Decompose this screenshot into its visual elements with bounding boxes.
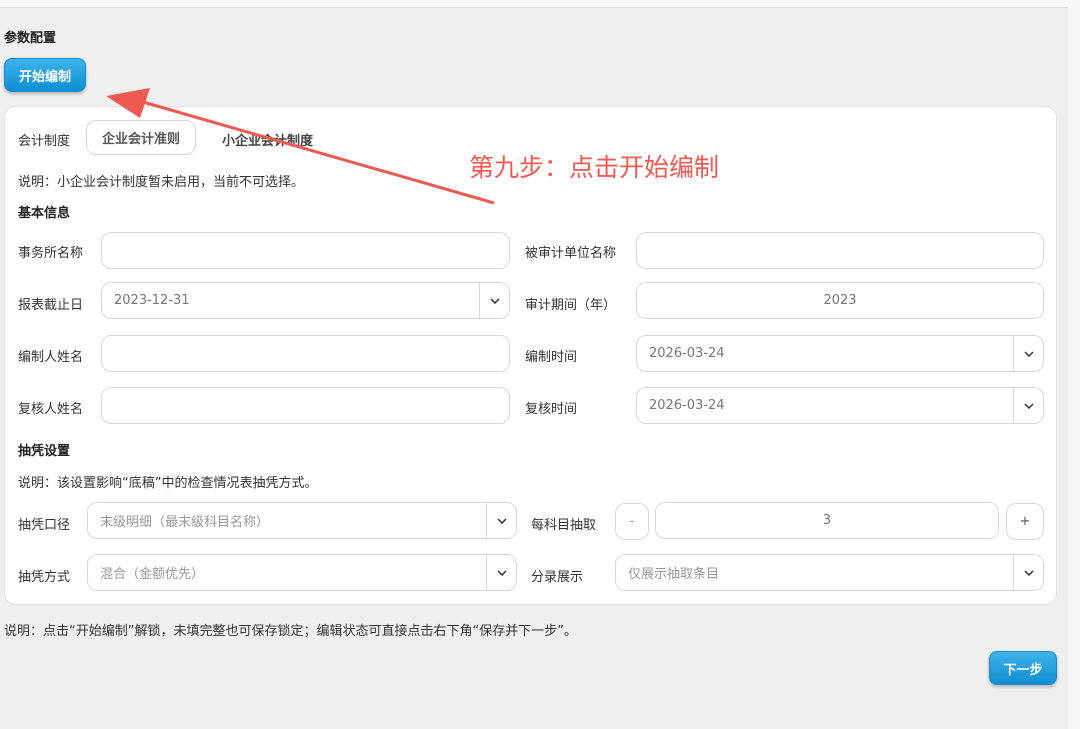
preparer-input[interactable] bbox=[101, 335, 510, 372]
chevron-down-icon[interactable] bbox=[1013, 336, 1043, 371]
decrement-button[interactable]: - bbox=[615, 503, 649, 540]
per-subject-count-input[interactable]: 3 bbox=[655, 502, 999, 539]
audit-period-label: 审计期间（年） bbox=[525, 298, 617, 313]
audit-period-input[interactable]: 2023 bbox=[636, 282, 1044, 319]
option-enterprise-standards[interactable]: 企业会计准则 bbox=[86, 120, 196, 155]
prepare-time-select[interactable]: 2026-03-24 bbox=[636, 335, 1044, 372]
next-step-button[interactable]: 下一步 bbox=[989, 651, 1057, 685]
accounting-note: 说明：小企业会计制度暂未启用，当前不可选择。 bbox=[18, 175, 305, 190]
review-time-select[interactable]: 2026-03-24 bbox=[636, 387, 1044, 424]
review-time-value: 2026-03-24 bbox=[649, 398, 725, 413]
chevron-down-icon[interactable] bbox=[1013, 388, 1043, 423]
audited-unit-input[interactable] bbox=[636, 232, 1044, 269]
chevron-down-icon[interactable] bbox=[479, 283, 509, 318]
report-date-value: 2023-12-31 bbox=[114, 293, 190, 308]
audited-unit-label: 被审计单位名称 bbox=[525, 246, 617, 261]
firm-name-input[interactable] bbox=[101, 232, 510, 269]
footer-note: 说明：点击“开始编制”解锁，未填完整也可保存锁定；编辑状态可直接点击右下角“保存… bbox=[4, 624, 577, 639]
preparer-label: 编制人姓名 bbox=[18, 350, 84, 365]
accounting-system-label: 会计制度 bbox=[18, 134, 71, 149]
report-date-select[interactable]: 2023-12-31 bbox=[101, 282, 510, 319]
chevron-down-icon[interactable] bbox=[486, 503, 516, 538]
sampling-method-label: 抽凭方式 bbox=[18, 570, 71, 585]
entry-display-value: 仅展示抽取条目 bbox=[628, 567, 720, 582]
top-bar bbox=[0, 0, 1068, 8]
prepare-time-value: 2026-03-24 bbox=[649, 346, 725, 361]
prepare-time-label: 编制时间 bbox=[525, 350, 578, 365]
increment-button[interactable]: + bbox=[1006, 503, 1044, 540]
sampling-scope-label: 抽凭口径 bbox=[18, 518, 71, 533]
per-subject-label: 每科目抽取 bbox=[531, 518, 597, 533]
section-title: 参数配置 bbox=[4, 31, 57, 46]
sampling-method-select[interactable]: 混合（金额优先） bbox=[87, 554, 517, 591]
firm-name-label: 事务所名称 bbox=[18, 246, 84, 261]
reviewer-label: 复核人姓名 bbox=[18, 402, 84, 417]
sampling-heading: 抽凭设置 bbox=[18, 444, 71, 459]
start-edit-button[interactable]: 开始编制 bbox=[4, 58, 86, 92]
annotation-text: 第九步：点击开始编制 bbox=[469, 153, 720, 182]
sampling-scope-select[interactable]: 末级明细（最末级科目名称） bbox=[87, 502, 517, 539]
sampling-scope-value: 末级明细（最末级科目名称） bbox=[100, 515, 270, 530]
basic-info-heading: 基本信息 bbox=[18, 206, 71, 221]
option-small-enterprise: 小企业会计制度 bbox=[222, 134, 314, 149]
scrollbar-track[interactable] bbox=[1068, 0, 1080, 729]
sampling-note: 说明：该设置影响“底稿”中的检查情况表抽凭方式。 bbox=[18, 476, 318, 491]
report-date-label: 报表截止日 bbox=[18, 298, 84, 313]
chevron-down-icon[interactable] bbox=[486, 555, 516, 590]
review-time-label: 复核时间 bbox=[525, 402, 578, 417]
entry-display-label: 分录展示 bbox=[531, 570, 584, 585]
reviewer-input[interactable] bbox=[101, 387, 510, 424]
sampling-method-value: 混合（金额优先） bbox=[100, 567, 205, 582]
chevron-down-icon[interactable] bbox=[1013, 555, 1043, 590]
entry-display-select[interactable]: 仅展示抽取条目 bbox=[615, 554, 1044, 591]
